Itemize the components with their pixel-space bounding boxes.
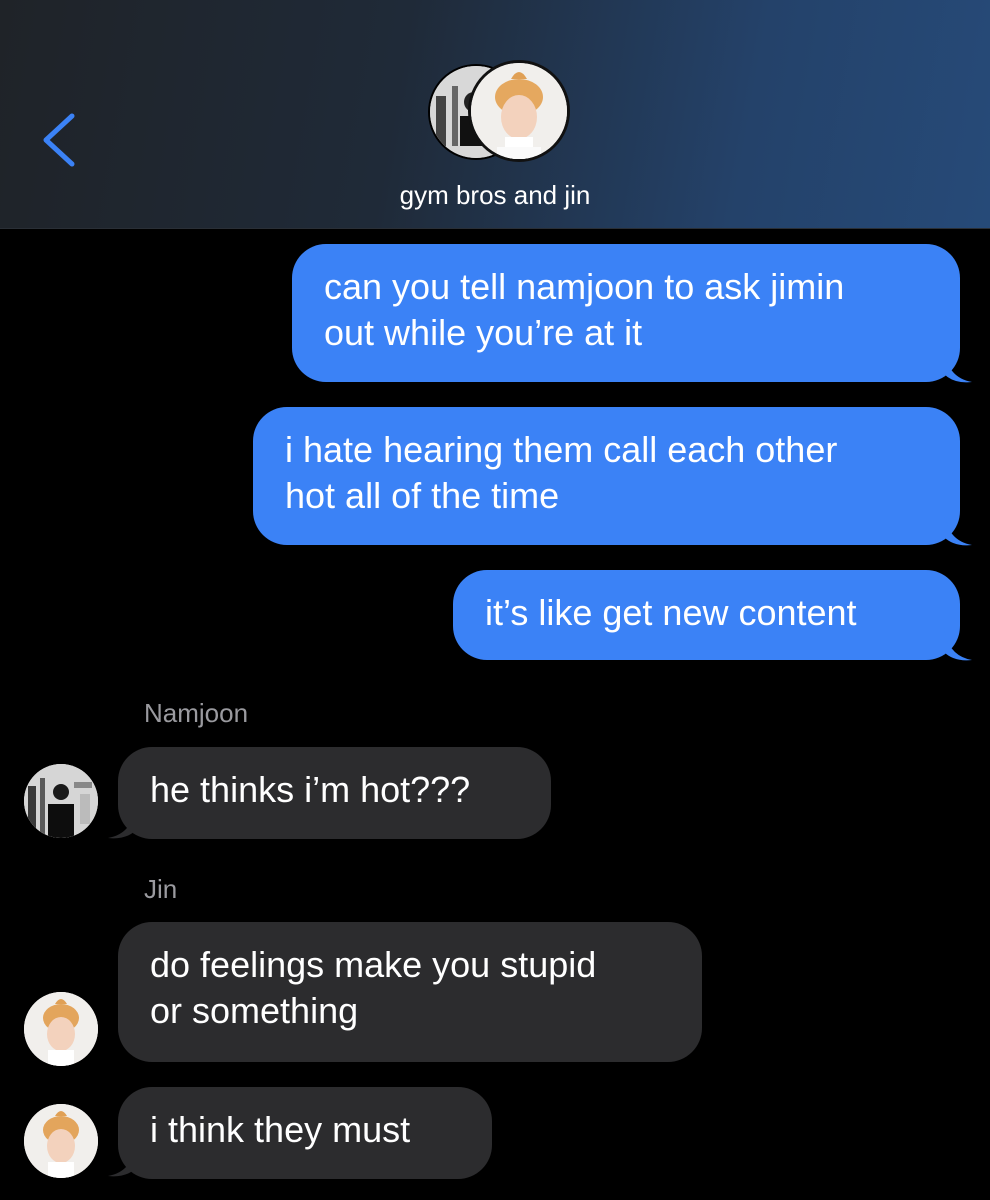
namjoon-avatar[interactable] xyxy=(24,764,98,838)
jin-avatar xyxy=(468,60,570,162)
incoming-message[interactable]: i think they must xyxy=(118,1087,492,1179)
conversation-screen: gym bros and jin can you tell namjoon to… xyxy=(0,0,990,1200)
jin-avatar[interactable] xyxy=(24,1104,98,1178)
chevron-left-icon xyxy=(43,113,75,167)
conversation-title[interactable]: gym bros and jin xyxy=(0,180,990,211)
group-avatar[interactable] xyxy=(428,60,570,166)
jin-avatar[interactable] xyxy=(24,992,98,1066)
incoming-message[interactable]: do feelings make you stupid or something xyxy=(118,922,702,1062)
outgoing-message[interactable]: i hate hearing them call each other hot … xyxy=(253,407,960,545)
sender-name: Jin xyxy=(144,874,178,904)
bubble-tail xyxy=(944,628,972,661)
back-button[interactable] xyxy=(30,100,90,180)
bubble-tail xyxy=(944,513,972,546)
outgoing-message[interactable]: it’s like get new content xyxy=(453,570,960,660)
outgoing-message[interactable]: can you tell namjoon to ask jimin out wh… xyxy=(292,244,960,382)
sender-name: Namjoon xyxy=(144,698,249,728)
conversation-header: gym bros and jin xyxy=(0,0,990,229)
incoming-message[interactable]: he thinks i’m hot??? xyxy=(118,747,551,839)
bubble-tail xyxy=(944,350,972,383)
